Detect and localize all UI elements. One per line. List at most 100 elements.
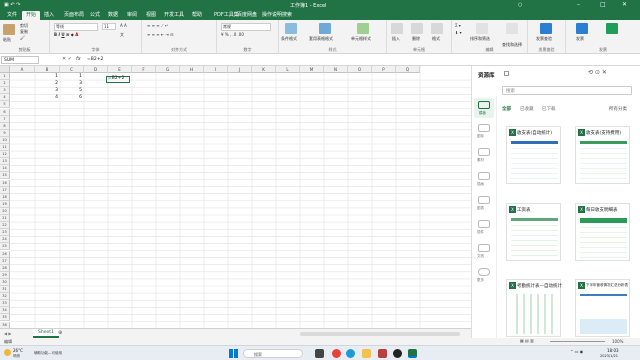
- plugin-icon[interactable]: [478, 220, 490, 228]
- row-header[interactable]: 3: [0, 87, 10, 95]
- pane-checkbox[interactable]: [504, 71, 509, 76]
- font-size-select[interactable]: 11: [102, 23, 116, 30]
- row-header[interactable]: 22: [0, 222, 10, 230]
- weather-icon[interactable]: [4, 349, 11, 356]
- cell-value[interactable]: 2: [35, 81, 58, 86]
- system-tray-icons[interactable]: ⌃ ▭ ◉: [570, 349, 583, 354]
- active-cell-edit-text[interactable]: =B2+2: [108, 76, 124, 81]
- row-header[interactable]: 17: [0, 186, 10, 194]
- row-header[interactable]: 26: [0, 250, 10, 258]
- task-view-icon[interactable]: [315, 349, 324, 358]
- pane-tab-favorites[interactable]: 已收藏: [520, 106, 534, 112]
- ribbon-tab-7[interactable]: 视图: [142, 11, 160, 20]
- row-header[interactable]: 34: [0, 307, 10, 315]
- ribbon-tab-11[interactable]: 百度网盘: [233, 11, 261, 20]
- pane-header-icons[interactable]: ⟲ ⊙ ✕: [588, 69, 607, 76]
- chart-icon[interactable]: [478, 196, 490, 204]
- qq-icon[interactable]: [393, 349, 402, 358]
- font-name-select[interactable]: 等线: [54, 23, 98, 31]
- excel-taskbar-icon[interactable]: [408, 349, 417, 358]
- zoom-slider[interactable]: [550, 341, 605, 342]
- row-header[interactable]: 13: [0, 158, 10, 166]
- row-header[interactable]: 25: [0, 243, 10, 251]
- template-card[interactable]: X 收支表(支持费用): [575, 126, 630, 184]
- conditional-format-button[interactable]: 条件格式: [281, 36, 297, 42]
- ribbon-tab-8[interactable]: 开发工具: [160, 11, 188, 20]
- number-format-select[interactable]: 常规: [221, 23, 271, 31]
- column-header[interactable]: O: [348, 66, 372, 73]
- table-format-icon[interactable]: [319, 23, 331, 34]
- material-icon[interactable]: [478, 148, 490, 156]
- pane-tab-all[interactable]: 全部: [502, 106, 511, 112]
- font-style-buttons[interactable]: B I U ⊞ ◆ A: [54, 32, 78, 37]
- add-sheet-button[interactable]: ⊕: [58, 330, 62, 336]
- template-card[interactable]: X 考勤统计表—自动统计: [506, 279, 562, 337]
- row-header[interactable]: 29: [0, 271, 10, 279]
- delete-cells-button[interactable]: 删除: [412, 36, 420, 42]
- phonetic-icon[interactable]: 文: [120, 32, 124, 38]
- column-header[interactable]: B: [35, 66, 60, 73]
- template-card[interactable]: X 收支表(自动统计): [506, 126, 561, 184]
- formula-cancel-confirm-icons[interactable]: ✕ ✓: [62, 56, 72, 62]
- row-header[interactable]: 21: [0, 215, 10, 223]
- column-header[interactable]: A: [10, 66, 35, 73]
- cell-value[interactable]: 5: [60, 88, 82, 93]
- row-header[interactable]: 32: [0, 293, 10, 301]
- cell-value[interactable]: 3: [35, 88, 58, 93]
- row-header[interactable]: 7: [0, 115, 10, 123]
- ribbon-tab-6[interactable]: 审阅: [123, 11, 141, 20]
- row-header[interactable]: 6: [0, 108, 10, 116]
- cell-styles-icon[interactable]: [357, 23, 369, 34]
- column-header[interactable]: I: [204, 66, 228, 73]
- icons-icon[interactable]: [478, 124, 490, 132]
- find-select-icon[interactable]: [506, 23, 518, 34]
- pane-category-dropdown[interactable]: 所有分类: [609, 106, 627, 112]
- sheet-tab-sheet1[interactable]: Sheet1: [33, 329, 59, 338]
- font-grow-shrink-icon[interactable]: A A: [120, 23, 127, 28]
- cell-value[interactable]: 6: [60, 95, 82, 100]
- accessibility-status[interactable]: 辅助功能—可使用: [34, 351, 62, 356]
- autosave-icon[interactable]: ▣ ↶ ↷: [4, 2, 20, 8]
- ribbon-tab-2[interactable]: 插入: [40, 11, 58, 20]
- table-format-button[interactable]: 套用表格格式: [309, 36, 333, 42]
- sidebar-item-templates[interactable]: 模板: [474, 98, 494, 118]
- column-header[interactable]: Q: [396, 66, 420, 73]
- document-icon[interactable]: [478, 244, 490, 252]
- conditional-format-icon[interactable]: [285, 23, 297, 34]
- column-header[interactable]: L: [276, 66, 300, 73]
- row-header[interactable]: 5: [0, 101, 10, 109]
- ribbon-tab-5[interactable]: 数据: [104, 11, 122, 20]
- row-header[interactable]: 20: [0, 207, 10, 215]
- cell-value[interactable]: 4: [35, 95, 58, 100]
- format-cells-button[interactable]: 格式: [432, 36, 440, 42]
- edge-icon[interactable]: [346, 349, 355, 358]
- paste-button[interactable]: 粘贴: [3, 37, 11, 43]
- windows-start-icon[interactable]: [229, 349, 238, 358]
- cell-value[interactable]: 1: [60, 74, 82, 79]
- user-avatar[interactable]: ○: [518, 2, 522, 8]
- row-header[interactable]: 23: [0, 229, 10, 237]
- cell-styles-button[interactable]: 单元格样式: [351, 36, 371, 42]
- name-box[interactable]: SUM: [1, 56, 39, 64]
- column-header[interactable]: P: [372, 66, 396, 73]
- maximize-button[interactable]: □: [600, 1, 606, 8]
- template-card[interactable]: X 工资表: [506, 203, 561, 261]
- chrome-icon[interactable]: [332, 349, 341, 358]
- row-header[interactable]: 16: [0, 179, 10, 187]
- format-cells-icon[interactable]: [431, 23, 443, 34]
- row-header[interactable]: 15: [0, 172, 10, 180]
- insert-function-icon[interactable]: fx: [76, 56, 81, 62]
- row-header[interactable]: 4: [0, 94, 10, 102]
- row-header[interactable]: 14: [0, 165, 10, 173]
- delete-cells-icon[interactable]: [411, 23, 423, 34]
- invoice-button[interactable]: 发票: [576, 36, 584, 42]
- illustration-icon[interactable]: [478, 172, 490, 180]
- paste-icon[interactable]: [3, 24, 15, 35]
- worksheet-grid[interactable]: ABCDEFGHIJKLMNOPQ 1 2 3 4 5 6 7 8 9 10 11 12 13 14 15 1…: [0, 66, 471, 328]
- ribbon-tab-3[interactable]: 页面布局: [60, 11, 88, 20]
- media-app-icon[interactable]: [378, 349, 387, 358]
- ribbon-tab-1[interactable]: 开始: [22, 11, 41, 20]
- column-header[interactable]: K: [252, 66, 276, 73]
- file-explorer-icon[interactable]: [362, 349, 371, 358]
- column-header[interactable]: D: [84, 66, 108, 73]
